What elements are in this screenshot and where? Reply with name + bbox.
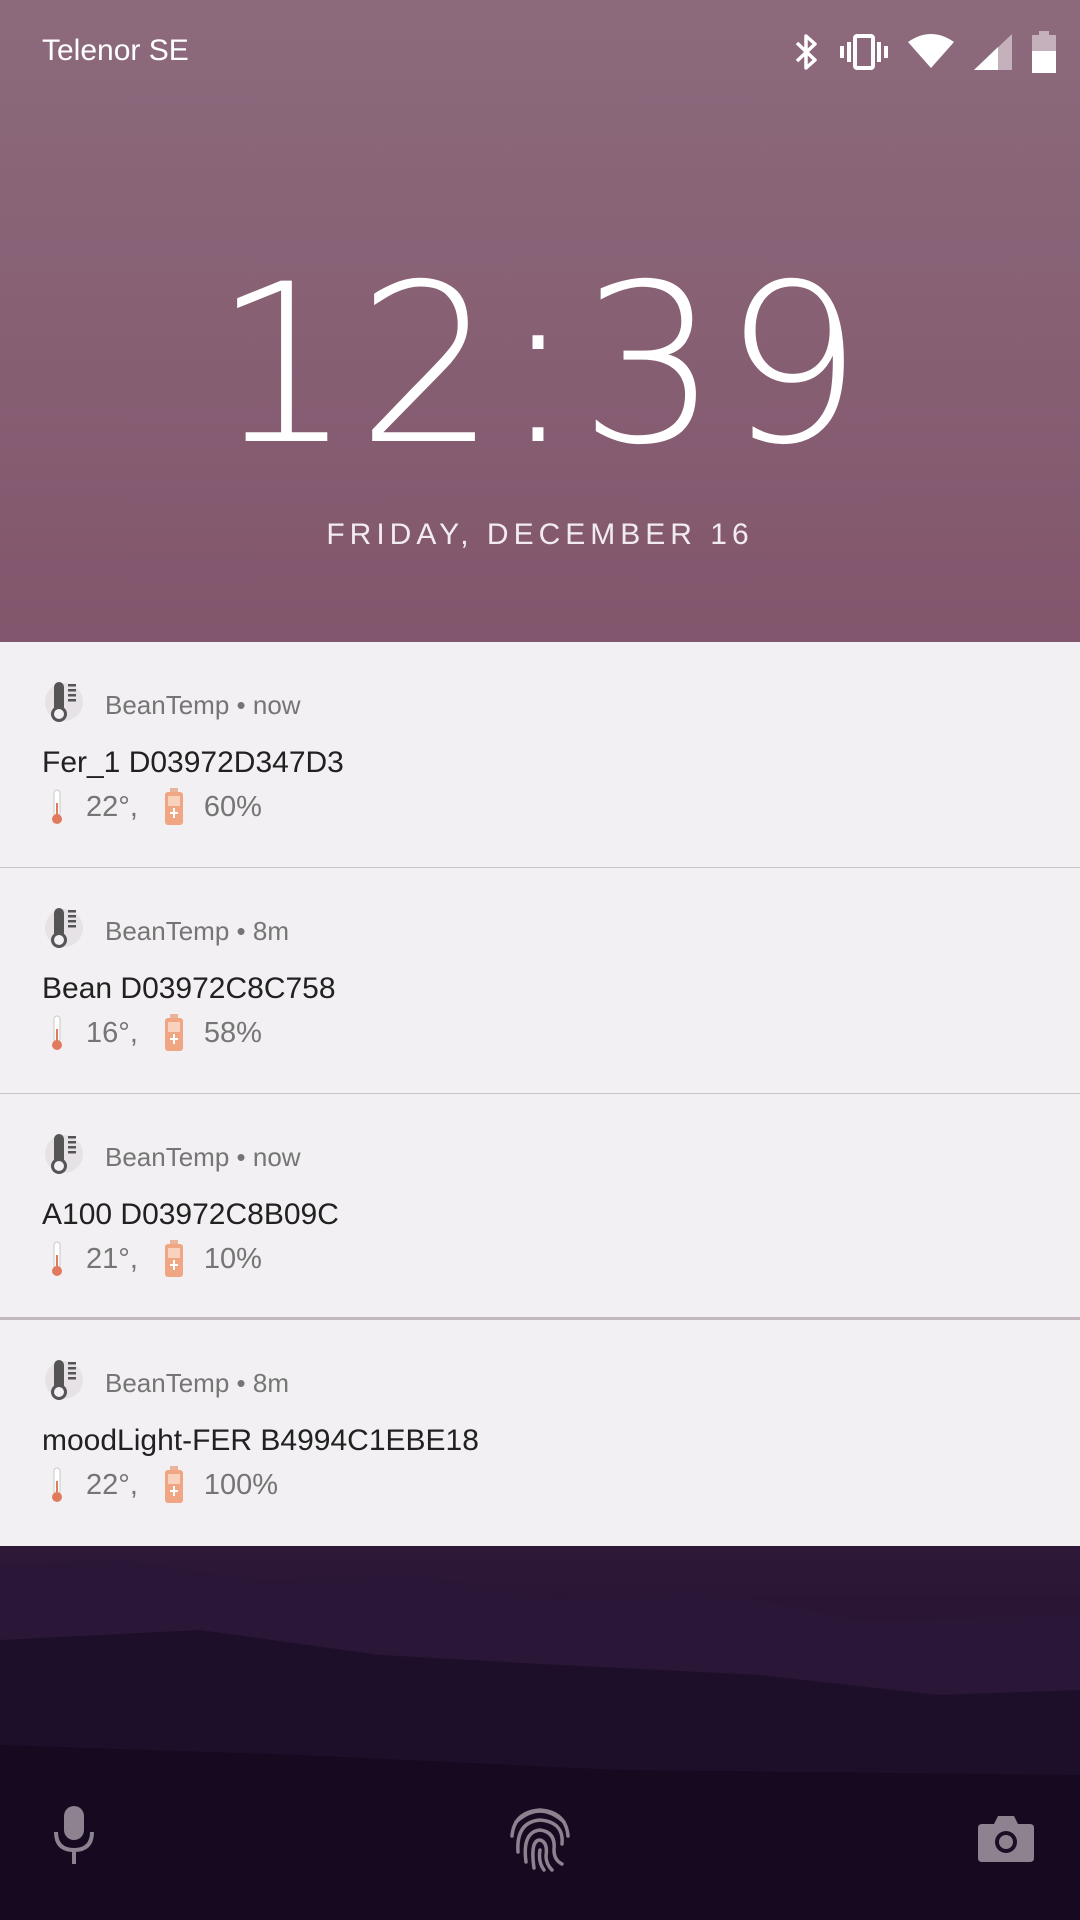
- clock-date: FRIDAY, DECEMBER 16: [326, 518, 754, 551]
- wifi-icon: [908, 34, 954, 68]
- separator: •: [229, 916, 253, 946]
- temperature-value: 16°,: [86, 1016, 138, 1049]
- lock-screen: Telenor SE 12:39 FRIDAY, DECEMBER 16 Bea…: [0, 0, 1080, 1920]
- notification-body: 22°, 60%: [50, 788, 262, 826]
- notification-header: BeanTemp • now: [105, 690, 301, 721]
- temperature-value: 22°,: [86, 1468, 138, 1501]
- notification-time: now: [252, 1142, 301, 1172]
- temperature-value: 22°,: [86, 790, 138, 823]
- cell-signal-icon: [974, 34, 1012, 70]
- notification-title: Bean D03972C8C758: [42, 972, 336, 1005]
- thermometer-icon: [52, 789, 62, 824]
- notification-body: 22°, 100%: [50, 1466, 278, 1504]
- thermometer-icon: [52, 1467, 62, 1502]
- thermometer-icon: [52, 1241, 62, 1276]
- battery-emoji-icon: [164, 1466, 183, 1503]
- notification-title: moodLight-FER B4994C1EBE18: [42, 1424, 479, 1457]
- battery-emoji-icon: [164, 788, 183, 825]
- carrier-name: Telenor SE: [42, 34, 189, 67]
- notification-card[interactable]: BeanTemp • 8m moodLight-FER B4994C1EBE18…: [0, 1320, 1080, 1546]
- thermometer-icon: [52, 1015, 62, 1050]
- thermometer-app-icon: [45, 682, 83, 722]
- notification-time: 8m: [252, 916, 289, 946]
- mic-icon[interactable]: [52, 1806, 96, 1864]
- battery-value: 58%: [203, 1016, 262, 1049]
- notification-title: Fer_1 D03972D347D3: [42, 746, 344, 779]
- thermometer-app-icon: [45, 1360, 83, 1400]
- thermometer-app-icon: [45, 1134, 83, 1174]
- notification-card[interactable]: BeanTemp • now Fer_1 D03972D347D3 22°, 6…: [0, 642, 1080, 868]
- status-icons: [794, 30, 1056, 74]
- battery-emoji-icon: [164, 1014, 183, 1051]
- notification-header: BeanTemp • now: [105, 1142, 301, 1173]
- notification-header: BeanTemp • 8m: [105, 1368, 289, 1399]
- separator: •: [229, 690, 253, 720]
- app-name: BeanTemp: [105, 690, 230, 720]
- camera-icon[interactable]: [978, 1814, 1034, 1862]
- app-name: BeanTemp: [105, 1368, 230, 1398]
- battery-emoji-icon: [164, 1240, 183, 1277]
- bluetooth-icon: [795, 34, 817, 70]
- temperature-value: 21°,: [86, 1242, 138, 1275]
- notification-card[interactable]: BeanTemp • 8m Bean D03972C8C758 16°, 58%: [0, 868, 1080, 1094]
- battery-icon: [1032, 31, 1056, 73]
- notification-time: 8m: [252, 1368, 289, 1398]
- notification-body: 21°, 10%: [50, 1240, 262, 1278]
- app-name: BeanTemp: [105, 1142, 230, 1172]
- fingerprint-icon[interactable]: [508, 1800, 572, 1872]
- separator: •: [229, 1142, 253, 1172]
- clock-time: 12:39: [212, 237, 867, 493]
- thermometer-app-icon: [45, 908, 83, 948]
- notification-body: 16°, 58%: [50, 1014, 262, 1052]
- battery-value: 100%: [203, 1468, 279, 1501]
- status-bar: Telenor SE: [0, 0, 1080, 105]
- notification-time: now: [252, 690, 301, 720]
- separator: •: [229, 1368, 253, 1398]
- notification-list: BeanTemp • now Fer_1 D03972D347D3 22°, 6…: [0, 642, 1080, 1546]
- vibrate-icon: [840, 34, 888, 70]
- notification-title: A100 D03972C8B09C: [42, 1198, 339, 1231]
- notification-header: BeanTemp • 8m: [105, 916, 289, 947]
- battery-value: 10%: [203, 1242, 262, 1275]
- app-name: BeanTemp: [105, 916, 230, 946]
- battery-value: 60%: [203, 790, 262, 823]
- notification-card[interactable]: BeanTemp • now A100 D03972C8B09C 21°, 10…: [0, 1094, 1080, 1320]
